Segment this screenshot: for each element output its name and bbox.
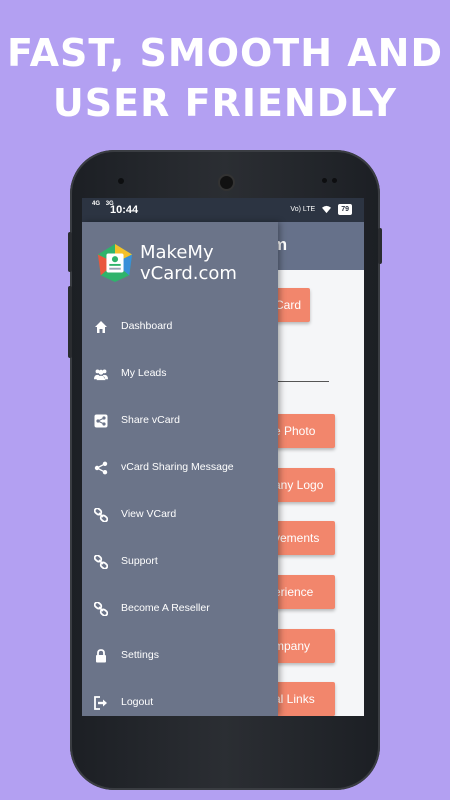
menu-item-label: Support (121, 555, 158, 567)
home-icon (95, 321, 107, 333)
volte-indicator: Vo) LTE (290, 206, 316, 213)
navigation-drawer: MakeMy vCard.com Dashboard My Leads Shar… (82, 222, 278, 716)
menu-item-label: Become A Reseller (121, 602, 210, 614)
link-icon (94, 602, 108, 616)
background-button[interactable]: any Logo (274, 468, 335, 502)
menu-item-my-leads[interactable]: My Leads (82, 351, 278, 398)
link-icon (94, 555, 108, 569)
sensor-dot (322, 178, 327, 183)
logout-icon (94, 696, 107, 710)
background-button[interactable]: erience (274, 575, 335, 609)
background-button[interactable]: vements (274, 521, 335, 555)
promo-line-1: FAST, SMOOTH AND (6, 31, 444, 75)
logo-line-1: MakeMy (140, 242, 214, 263)
network-4g: 4G (92, 201, 101, 207)
promo-headline: FAST, SMOOTH AND USER FRIENDLY (0, 28, 450, 128)
volume-button (68, 286, 72, 358)
logo-text: MakeMy vCard.com (140, 242, 237, 284)
menu-item-label: Share vCard (121, 414, 180, 426)
background-button[interactable]: mpany (274, 629, 335, 663)
promo-line-2: USER FRIENDLY (52, 81, 398, 125)
background-button[interactable]: e Photo (274, 414, 335, 448)
makemyvcard-logo: MakeMy vCard.com (96, 242, 237, 284)
volume-button (68, 232, 72, 272)
phone-screen: 4G 3G 10:44 Vo) LTE 79 m Card e Photo an… (82, 198, 364, 716)
divider (277, 381, 329, 382)
vcard-logo-icon (97, 244, 133, 282)
menu-item-label: Dashboard (121, 320, 173, 332)
front-camera (218, 174, 235, 191)
menu-item-label: My Leads (121, 367, 167, 379)
logo-line-2: vCard.com (140, 263, 237, 284)
drawer-menu: Dashboard My Leads Share vCard vCard Sha… (82, 304, 278, 716)
menu-item-logout[interactable]: Logout (82, 680, 278, 716)
menu-item-become-a-reseller[interactable]: Become A Reseller (82, 586, 278, 633)
status-time: 10:44 (110, 204, 139, 216)
wifi-icon (322, 205, 332, 214)
status-icons: Vo) LTE 79 (290, 204, 352, 215)
menu-item-label: View VCard (121, 508, 177, 520)
menu-item-view-vcard[interactable]: View VCard (82, 492, 278, 539)
link-icon (94, 508, 108, 522)
background-button[interactable]: al Links (274, 682, 335, 716)
users-icon (94, 369, 108, 381)
sensor-dot (332, 178, 337, 183)
menu-item-settings[interactable]: Settings (82, 633, 278, 680)
share-square-icon (94, 414, 108, 428)
sensor-dot (118, 178, 124, 184)
battery-icon: 79 (338, 204, 352, 215)
menu-item-label: vCard Sharing Message (121, 461, 234, 473)
menu-item-share-vcard[interactable]: Share vCard (82, 398, 278, 445)
lock-icon (96, 649, 106, 663)
menu-item-label: Settings (121, 649, 159, 661)
menu-item-support[interactable]: Support (82, 539, 278, 586)
power-button (378, 228, 382, 264)
menu-item-label: Logout (121, 696, 154, 708)
share-nodes-icon (94, 461, 108, 475)
menu-item-vcard-sharing-message[interactable]: vCard Sharing Message (82, 445, 278, 492)
menu-item-dashboard[interactable]: Dashboard (82, 304, 278, 351)
status-bar: 4G 3G 10:44 Vo) LTE 79 (82, 198, 364, 222)
